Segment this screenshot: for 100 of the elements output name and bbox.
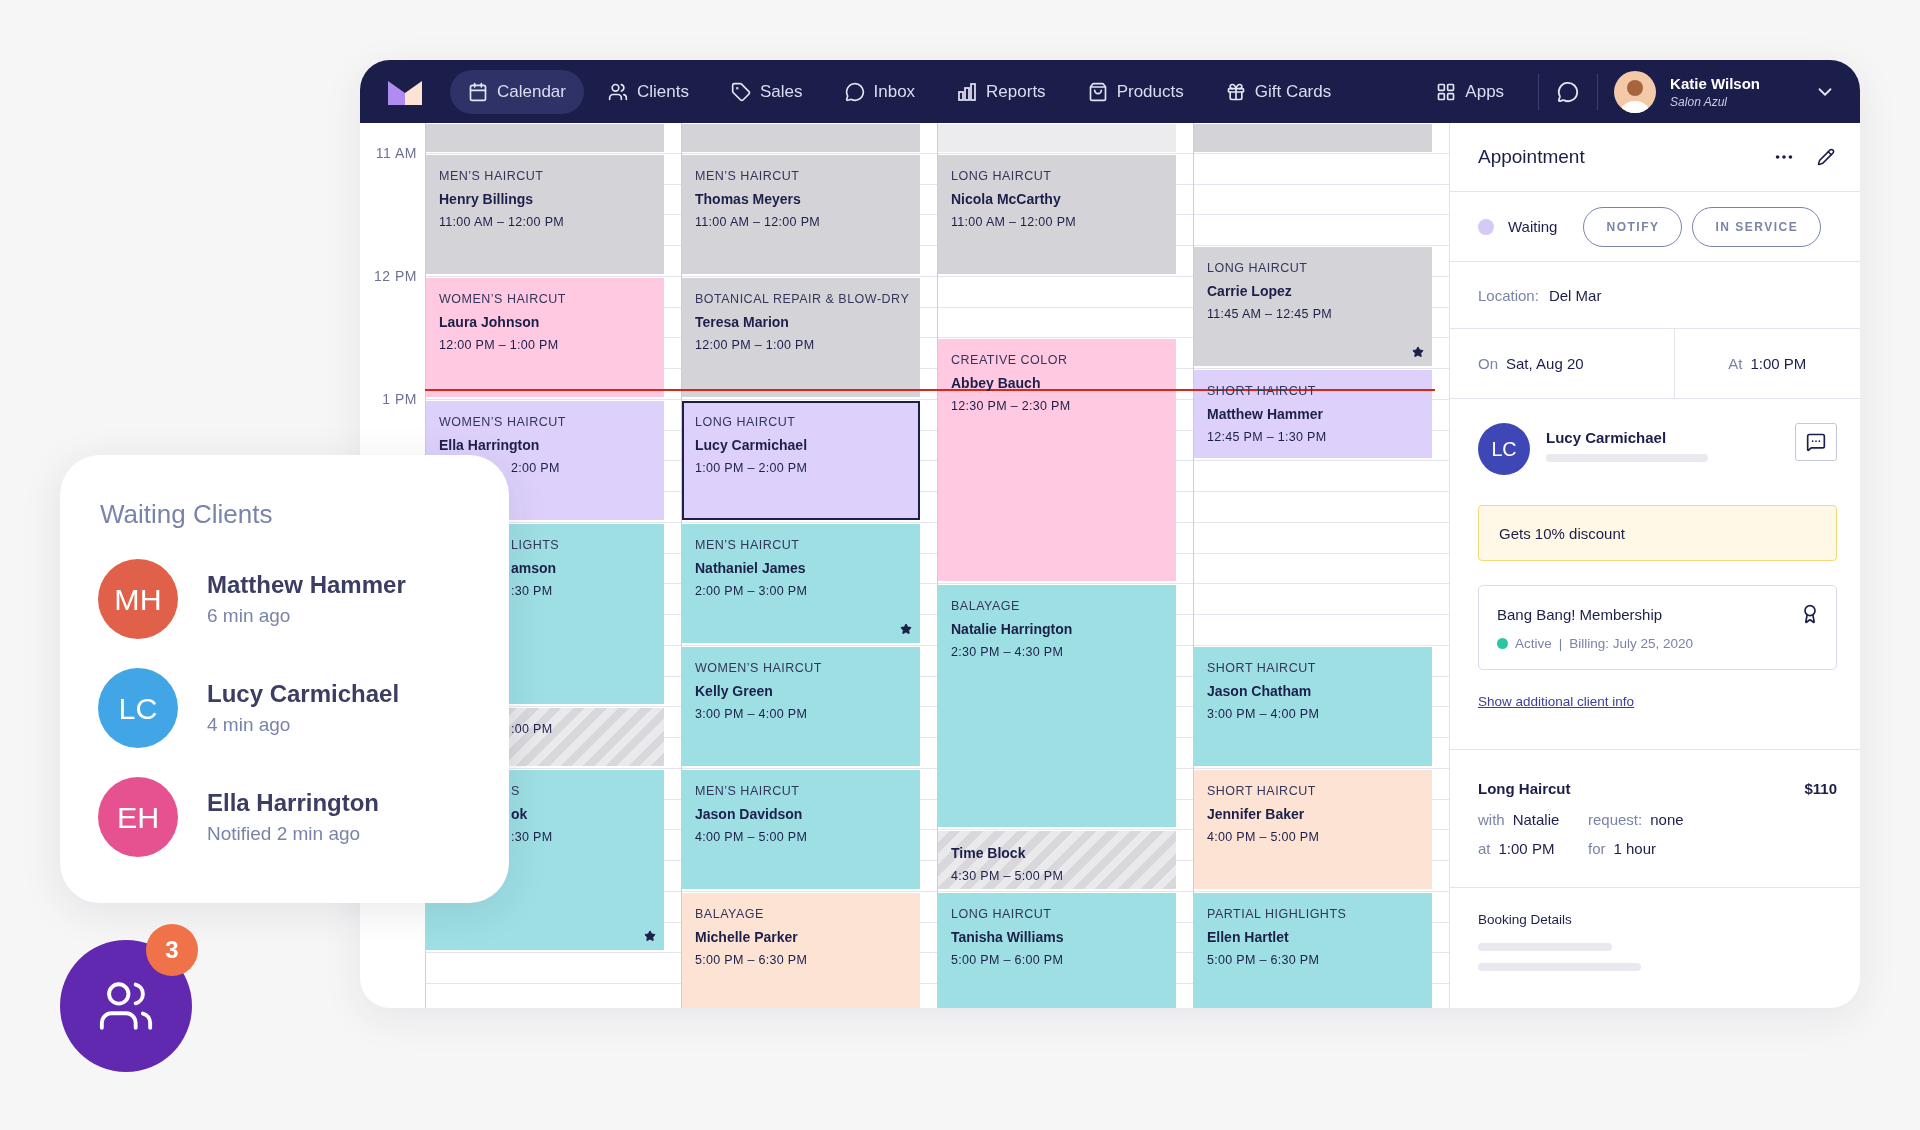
client-name: Nathaniel James — [695, 559, 806, 576]
appointment-block[interactable]: PARTIAL HIGHLIGHTS Ellen Hartlet 5:00 PM – 6:30 PM — [1194, 892, 1432, 1008]
user-name: Katie Wilson — [1670, 74, 1760, 92]
membership-status: Active — [1515, 636, 1552, 651]
time-block[interactable]: Time Block 4:30 PM – 5:00 PM — [938, 831, 1176, 889]
salon-name: Salon Azul — [1670, 94, 1729, 109]
client-name: Lucy Carmichael — [207, 680, 400, 708]
field-value: Sat, Aug 20 — [1506, 355, 1584, 372]
client-name: Matthew Hammer — [1207, 406, 1323, 422]
client-name: Abbey Bauch — [951, 375, 1041, 392]
client-avatar[interactable]: MH — [98, 559, 178, 639]
appointment-block[interactable]: MEN’S HAIRCUT Henry Billings 11:00 AM – 12:00 PM — [426, 154, 664, 274]
bar-chart-icon — [957, 81, 978, 102]
time-range: 1:00 PM – 2:00 PM — [695, 460, 808, 475]
appointment-block[interactable]: LONG HAIRCUT Tanisha Williams 5:00 PM – 6:00 PM — [938, 892, 1176, 1008]
service-label: LONG HAIRCUT — [951, 168, 1052, 183]
nav-tab[interactable]: Sales — [712, 69, 821, 114]
service-name: Long Haircut — [1478, 780, 1571, 797]
service-label: WOMEN’S HAIRCUT — [439, 291, 566, 306]
user-avatar[interactable] — [1614, 70, 1657, 113]
chat-icon — [1557, 80, 1580, 103]
service-label: LONG HAIRCUT — [1207, 261, 1308, 275]
status-label: Waiting — [1508, 218, 1558, 235]
service-label: LIGHTS — [510, 537, 560, 552]
nav-tab[interactable]: Reports — [939, 69, 1064, 114]
time-range: 2:30 PM – 4:30 PM — [951, 645, 1064, 660]
appointment-block[interactable]: MEN’S HAIRCUT Nathaniel James 2:00 PM – 3:00 PM — [682, 523, 920, 643]
client-name: Natalie Harrington — [951, 621, 1073, 638]
time-range: 12:00 PM – 1:00 PM — [439, 337, 559, 352]
appointment-block[interactable]: MEN’S HAIRCUT Thomas Meyers 11:00 AM – 12:00 PM — [682, 154, 920, 274]
grid-icon — [1436, 81, 1457, 102]
client-name: Kelly Green — [695, 682, 773, 699]
nav-tab[interactable]: Inbox — [826, 69, 934, 114]
chat-icon — [1806, 432, 1826, 452]
client-name: Time Block — [951, 845, 1026, 862]
status-dot — [1497, 638, 1508, 649]
appointment-block[interactable]: CREATIVE COLOR Abbey Bauch 12:30 PM – 2:30 PM — [938, 339, 1176, 582]
service-label: SHORT HAIRCUT — [1207, 660, 1316, 675]
section-title: Booking Details — [1478, 912, 1573, 927]
chat-bubble-icon — [844, 81, 865, 102]
appointment-block[interactable]: WOMEN’S HAIRCUT Kelly Green 3:00 PM – 4:00 PM — [682, 646, 920, 766]
appointment-block[interactable]: MEN’S HAIRCUT Jason Davidson 4:00 PM – 5:00 PM — [682, 769, 920, 889]
wait-time: 4 min ago — [207, 714, 292, 736]
client-avatar[interactable]: EH — [98, 777, 178, 857]
people-icon — [608, 81, 628, 102]
detail-label: request: — [1588, 811, 1643, 828]
card-title: Waiting Clients — [100, 499, 274, 530]
service-label: BALAYAGE — [695, 906, 764, 921]
time-range: :00 PM — [510, 722, 553, 737]
appointment-block[interactable]: WOMEN’S HAIRCUT Laura Johnson 12:00 PM – 1:00 PM — [426, 277, 664, 397]
client-avatar: LC — [1478, 423, 1530, 475]
appointment-block[interactable]: SHORT HAIRCUT Jason Chatham 3:00 PM – 4:00 PM — [1194, 646, 1432, 766]
appointment-block[interactable]: BALAYAGE Michelle Parker 5:00 PM – 6:30 PM — [682, 892, 920, 1008]
service-label: S — [510, 783, 520, 798]
wait-time: 6 min ago — [207, 605, 292, 627]
service-label: MEN’S HAIRCUT — [695, 783, 800, 798]
client-name: Michelle Parker — [695, 928, 798, 945]
detail-label: for — [1588, 840, 1606, 857]
appointment-block[interactable]: LONG HAIRCUT Lucy Carmichael 1:00 PM – 2:00 PM — [682, 400, 920, 520]
service-label: CREATIVE COLOR — [951, 353, 1068, 368]
discount-note: Gets 10% discount — [1478, 505, 1837, 561]
time-range: 2:00 PM — [510, 460, 560, 475]
appointment-block[interactable]: LONG HAIRCUT Nicola McCarthy 11:00 AM – 12:00 PM — [938, 154, 1176, 274]
hour-label: 12 PM — [374, 267, 417, 284]
service-label: SHORT HAIRCUT — [1207, 783, 1316, 798]
gift-icon — [1225, 81, 1246, 102]
message-button[interactable] — [1795, 423, 1837, 461]
client-name: Thomas Meyers — [695, 190, 801, 207]
service-label: BOTANICAL REPAIR & BLOW-DRY — [695, 291, 910, 306]
time-range: 5:00 PM – 6:30 PM — [1207, 952, 1320, 967]
pencil-icon[interactable] — [1815, 146, 1837, 168]
time-range: 5:00 PM – 6:30 PM — [695, 952, 808, 967]
nav-tab[interactable]: Clients — [590, 69, 707, 114]
time-range: :30 PM — [510, 829, 553, 844]
calendar-icon — [468, 81, 488, 102]
client-name: Ella Harrington — [439, 436, 540, 453]
client-name: Teresa Marion — [695, 313, 789, 330]
service-label: WOMEN’S HAIRCUT — [695, 660, 822, 675]
wait-time: Notified 2 min ago — [207, 823, 362, 845]
nav-tab[interactable]: Gift Cards — [1207, 69, 1350, 114]
service-label: BALAYAGE — [951, 599, 1020, 614]
billing-date: Billing: July 25, 2020 — [1569, 636, 1694, 651]
logo-icon[interactable] — [388, 78, 422, 105]
service-price: $110 — [1804, 780, 1837, 797]
status-dot — [1478, 218, 1494, 235]
nav-tab[interactable]: Products — [1069, 69, 1202, 114]
apps-button[interactable]: Apps — [1418, 69, 1523, 114]
appointment-block[interactable]: BOTANICAL REPAIR & BLOW-DRY Teresa Marion 12:00 PM – 1:00 PM — [682, 277, 920, 397]
appointment-block[interactable]: SHORT HAIRCUT Jennifer Baker 4:00 PM – 5:00 PM — [1194, 769, 1432, 889]
time-range: 12:00 PM – 1:00 PM — [695, 337, 815, 352]
time-range: 12:30 PM – 2:30 PM — [951, 399, 1071, 414]
client-name: Lucy Carmichael — [1546, 429, 1668, 446]
detail-value: 1 hour — [1613, 840, 1657, 857]
appointment-block[interactable]: BALAYAGE Natalie Harrington 2:30 PM – 4:30 PM — [938, 585, 1176, 828]
status-button[interactable]: NOTIFY — [1583, 206, 1683, 247]
client-name: Ellen Hartlet — [1207, 928, 1289, 945]
client-info-link[interactable]: Show additional client info — [1478, 694, 1635, 709]
nav-tab[interactable]: Calendar — [450, 69, 584, 114]
appointment-block[interactable]: LONG HAIRCUT Carrie Lopez 11:45 AM – 12:45 PM — [1194, 247, 1432, 366]
status-button[interactable]: IN SERVICE — [1692, 206, 1822, 247]
